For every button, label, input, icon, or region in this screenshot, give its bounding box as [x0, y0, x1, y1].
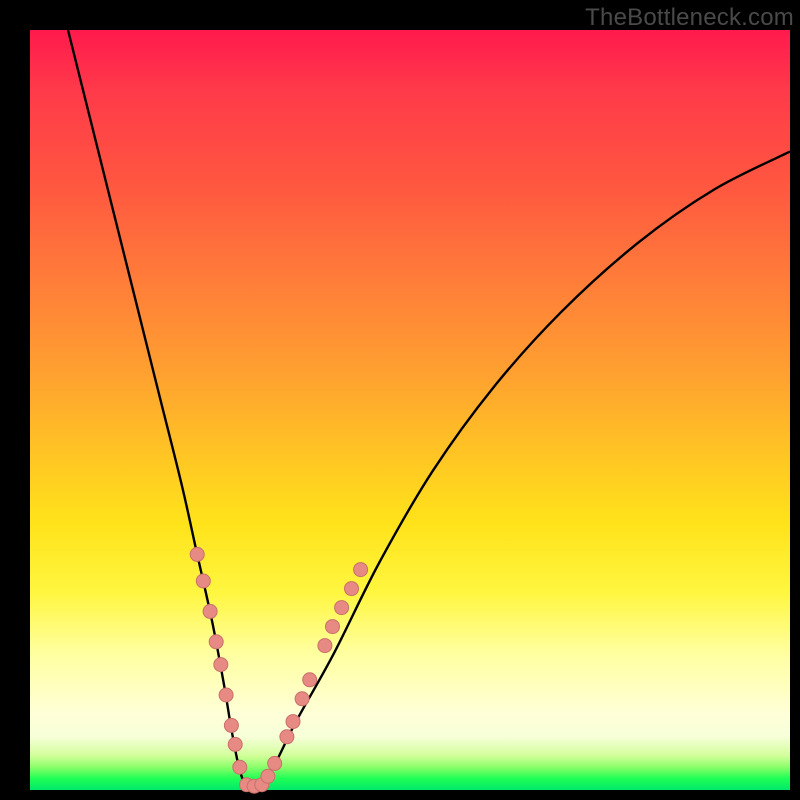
curve-bead [326, 620, 340, 634]
curve-bead [268, 756, 282, 770]
curve-bead [354, 563, 368, 577]
curve-bead [196, 574, 210, 588]
watermark-text: TheBottleneck.com [585, 4, 794, 32]
curve-bead [209, 635, 223, 649]
curve-bead [219, 688, 233, 702]
curve-bead [280, 730, 294, 744]
curve-bead [233, 760, 247, 774]
curve-bead [224, 718, 238, 732]
curve-bead [295, 692, 309, 706]
curve-bead [190, 547, 204, 561]
curve-bead [303, 673, 317, 687]
curve-bead [286, 715, 300, 729]
curve-bead [228, 737, 242, 751]
bottleneck-curve [68, 30, 790, 789]
curve-bead [318, 639, 332, 653]
curve-bead [335, 601, 349, 615]
curve-bead [261, 769, 275, 783]
outer-frame: TheBottleneck.com [0, 0, 800, 800]
chart-svg [30, 30, 790, 790]
plot-area [30, 30, 790, 790]
curve-bead [203, 604, 217, 618]
curve-bead [345, 582, 359, 596]
curve-bead [214, 658, 228, 672]
